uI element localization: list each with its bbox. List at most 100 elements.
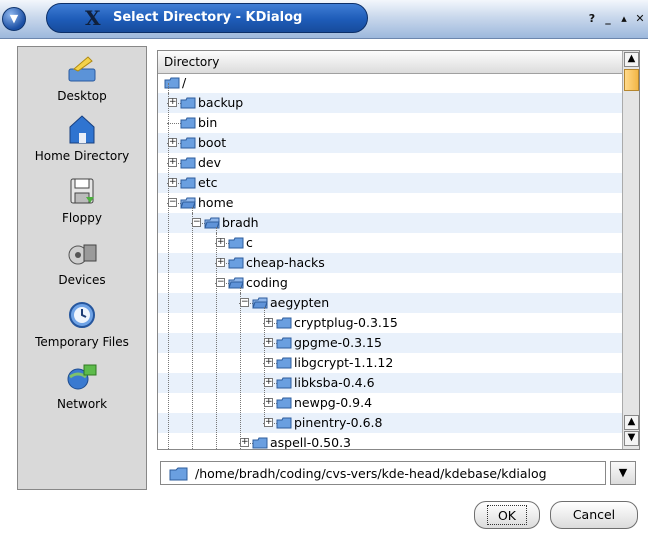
tree-row[interactable]: + aspell-0.50.3 xyxy=(158,433,622,449)
tree-row-label: etc xyxy=(198,175,218,190)
tree-row[interactable]: bin xyxy=(158,113,622,133)
network-icon xyxy=(67,364,97,390)
expand-icon[interactable]: + xyxy=(168,178,177,187)
directory-tree[interactable]: Directory / + backup bin + boot + dev + etc − home −… xyxy=(157,50,640,450)
vertical-scrollbar[interactable]: ▲ ▲ ▼ xyxy=(622,51,639,449)
folder-icon xyxy=(180,117,196,129)
folder-icon xyxy=(180,157,196,169)
folder-icon xyxy=(164,77,180,89)
expand-icon[interactable]: + xyxy=(216,238,225,247)
scrollbar-thumb[interactable] xyxy=(624,69,639,91)
tree-guide-line xyxy=(192,213,193,449)
tree-row[interactable]: − aegypten xyxy=(158,293,622,313)
expand-icon[interactable]: + xyxy=(264,378,273,387)
tree-row-label: cheap-hacks xyxy=(246,255,325,270)
tree-row[interactable]: − coding xyxy=(158,273,622,293)
tree-row-root[interactable]: / xyxy=(158,73,622,93)
ok-button-label: OK xyxy=(497,508,517,523)
minimize-button[interactable]: _ xyxy=(600,11,616,27)
path-value[interactable]: /home/bradh/coding/cvs-vers/kde-head/kde… xyxy=(195,466,547,481)
tree-row[interactable]: + dev xyxy=(158,153,622,173)
tree-row-label: bradh xyxy=(222,215,259,230)
collapse-icon[interactable]: − xyxy=(240,298,249,307)
tree-row[interactable]: + libksba-0.4.6 xyxy=(158,373,622,393)
tree-row[interactable]: + pinentry-0.6.8 xyxy=(158,413,622,433)
expand-icon[interactable]: + xyxy=(264,338,273,347)
close-button[interactable]: ✕ xyxy=(632,11,648,27)
path-combobox[interactable]: /home/bradh/coding/cvs-vers/kde-head/kde… xyxy=(160,461,606,485)
cancel-button[interactable]: Cancel xyxy=(550,501,638,529)
expand-icon[interactable]: + xyxy=(264,418,273,427)
home-folder-icon xyxy=(69,115,95,144)
expand-icon[interactable]: + xyxy=(168,98,177,107)
sidebar-item-floppy[interactable]: Floppy xyxy=(18,175,146,235)
tree-row-label: pinentry-0.6.8 xyxy=(294,415,383,430)
tree-row[interactable]: + libgcrypt-1.1.12 xyxy=(158,353,622,373)
tree-row[interactable]: + newpg-0.9.4 xyxy=(158,393,622,413)
tree-row-label: newpg-0.9.4 xyxy=(294,395,373,410)
expand-icon[interactable]: + xyxy=(264,358,273,367)
tree-row[interactable]: − bradh xyxy=(158,213,622,233)
collapse-icon[interactable]: − xyxy=(168,198,177,207)
tree-body: / + backup bin + boot + dev + etc − home − bradh + c + ch… xyxy=(158,73,622,449)
desktop-icon xyxy=(68,56,96,82)
places-sidebar: Desktop Home Directory Floppy Devices Te… xyxy=(17,46,147,490)
folder-icon xyxy=(228,257,244,269)
tree-row-label: bin xyxy=(198,115,218,130)
window-menu-button[interactable]: ▼ xyxy=(2,7,26,31)
expand-icon[interactable]: + xyxy=(264,398,273,407)
scroll-up-arrow-icon[interactable]: ▲ xyxy=(624,52,639,67)
expand-icon[interactable]: + xyxy=(168,158,177,167)
path-dropdown-button[interactable]: ▼ xyxy=(610,461,636,485)
folder-icon xyxy=(276,417,292,429)
sidebar-item-home-directory[interactable]: Home Directory xyxy=(18,113,146,173)
tree-guide-line xyxy=(240,293,241,449)
ok-button[interactable]: OK xyxy=(474,501,540,529)
tree-row-label: coding xyxy=(246,275,288,290)
tree-row[interactable]: + etc xyxy=(158,173,622,193)
folder-icon xyxy=(228,277,244,289)
collapse-icon[interactable]: − xyxy=(192,218,201,227)
tree-row-label: home xyxy=(198,195,234,210)
sidebar-item-network[interactable]: Network xyxy=(18,361,146,421)
maximize-button[interactable]: ▴ xyxy=(616,11,632,27)
folder-icon xyxy=(252,297,268,309)
tree-row-label: backup xyxy=(198,95,244,110)
folder-icon xyxy=(276,317,292,329)
folder-icon xyxy=(169,467,188,481)
title-bar[interactable]: ▼ X Select Directory - KDialog ? _ ▴ ✕ xyxy=(0,0,648,39)
sidebar-item-temporary-files[interactable]: Temporary Files xyxy=(18,299,146,359)
tree-row[interactable]: + backup xyxy=(158,93,622,113)
scroll-up-arrow-bottom-icon[interactable]: ▲ xyxy=(624,415,639,430)
folder-icon xyxy=(228,237,244,249)
window-title: Select Directory - KDialog xyxy=(113,10,303,25)
tree-row[interactable]: + cryptplug-0.3.15 xyxy=(158,313,622,333)
folder-icon xyxy=(204,217,220,229)
expand-icon[interactable]: + xyxy=(264,318,273,327)
tree-row[interactable]: + c xyxy=(158,233,622,253)
tree-row[interactable]: − home xyxy=(158,193,622,213)
tree-row-label: dev xyxy=(198,155,222,170)
folder-icon xyxy=(276,357,292,369)
column-header-directory[interactable]: Directory xyxy=(158,51,622,74)
expand-icon[interactable]: + xyxy=(216,258,225,267)
tree-row-label: libksba-0.4.6 xyxy=(294,375,375,390)
expand-icon[interactable]: + xyxy=(168,138,177,147)
scroll-down-arrow-icon[interactable]: ▼ xyxy=(624,431,639,446)
tree-row-label: gpgme-0.3.15 xyxy=(294,335,382,350)
tree-root-label: / xyxy=(182,75,187,90)
floppy-icon xyxy=(70,178,94,204)
folder-icon xyxy=(180,137,196,149)
expand-icon[interactable]: + xyxy=(240,438,249,447)
tree-row-label: aspell-0.50.3 xyxy=(270,435,352,449)
tree-row[interactable]: + boot xyxy=(158,133,622,153)
x-logo-icon: X xyxy=(85,6,101,30)
help-button[interactable]: ? xyxy=(584,11,600,27)
tree-row[interactable]: + cheap-hacks xyxy=(158,253,622,273)
tree-row[interactable]: + gpgme-0.3.15 xyxy=(158,333,622,353)
folder-icon xyxy=(252,437,268,449)
sidebar-item-desktop[interactable]: Desktop xyxy=(18,53,146,113)
collapse-icon[interactable]: − xyxy=(216,278,225,287)
tree-row-label: c xyxy=(246,235,253,250)
sidebar-item-devices[interactable]: Devices xyxy=(18,237,146,297)
